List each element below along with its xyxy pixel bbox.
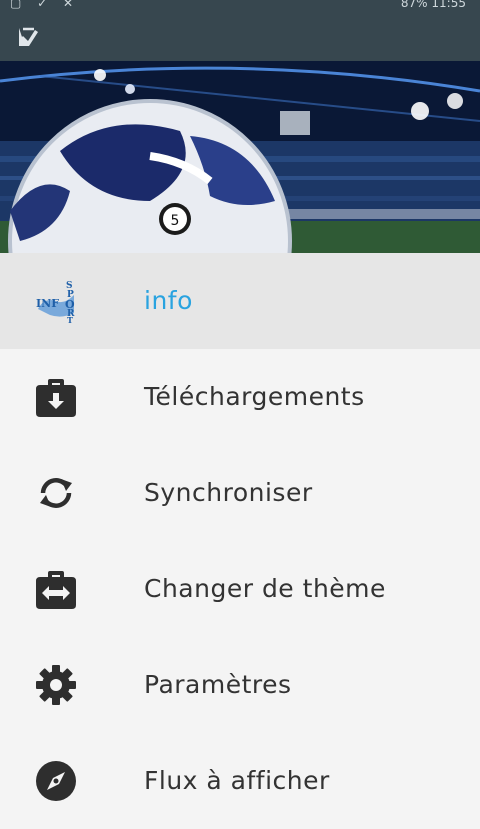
drawer-item-label: Changer de thème xyxy=(144,574,386,603)
status-time: 11:55 xyxy=(431,0,466,10)
svg-text:5: 5 xyxy=(171,213,180,229)
drawer-item-label: Flux à afficher xyxy=(144,766,330,795)
navigation-drawer-list: INF S P O R T info Téléchargements Synch… xyxy=(0,253,480,829)
svg-text:INF: INF xyxy=(36,297,59,310)
download-briefcase-icon xyxy=(36,379,76,417)
drawer-item-label: info xyxy=(144,286,193,315)
battery-percent: 87% xyxy=(400,0,428,10)
drawer-item-downloads[interactable]: Téléchargements xyxy=(0,349,480,445)
info-sport-logo: INF S P O R T xyxy=(36,281,75,323)
drawer-item-info[interactable]: INF S P O R T info xyxy=(0,253,480,349)
drawer-item-label: Paramètres xyxy=(144,670,292,699)
svg-text:T: T xyxy=(67,315,73,323)
app-bar xyxy=(0,14,480,61)
swap-theme-icon xyxy=(36,571,76,609)
drawer-item-settings[interactable]: Paramètres xyxy=(0,637,480,733)
status-right: 87% 11:55 xyxy=(401,0,466,10)
status-bar: ▢ ✓ ✕ 87% 11:55 xyxy=(0,0,480,14)
drawer-item-change-theme[interactable]: Changer de thème xyxy=(0,541,480,637)
sync-icon xyxy=(40,478,72,508)
drawer-item-label: Téléchargements xyxy=(144,382,365,411)
header-stadium-image: 5 xyxy=(0,61,480,253)
drawer-item-sync[interactable]: Synchroniser xyxy=(0,445,480,541)
drawer-item-label: Synchroniser xyxy=(144,478,313,507)
status-left-icons: ▢ ✓ ✕ xyxy=(10,0,80,10)
app-logo-icon[interactable] xyxy=(16,24,42,50)
drawer-item-feeds[interactable]: Flux à afficher xyxy=(0,733,480,829)
compass-icon xyxy=(36,761,76,801)
settings-gear-icon xyxy=(36,665,76,705)
stadium-illustration: 5 xyxy=(0,61,480,253)
